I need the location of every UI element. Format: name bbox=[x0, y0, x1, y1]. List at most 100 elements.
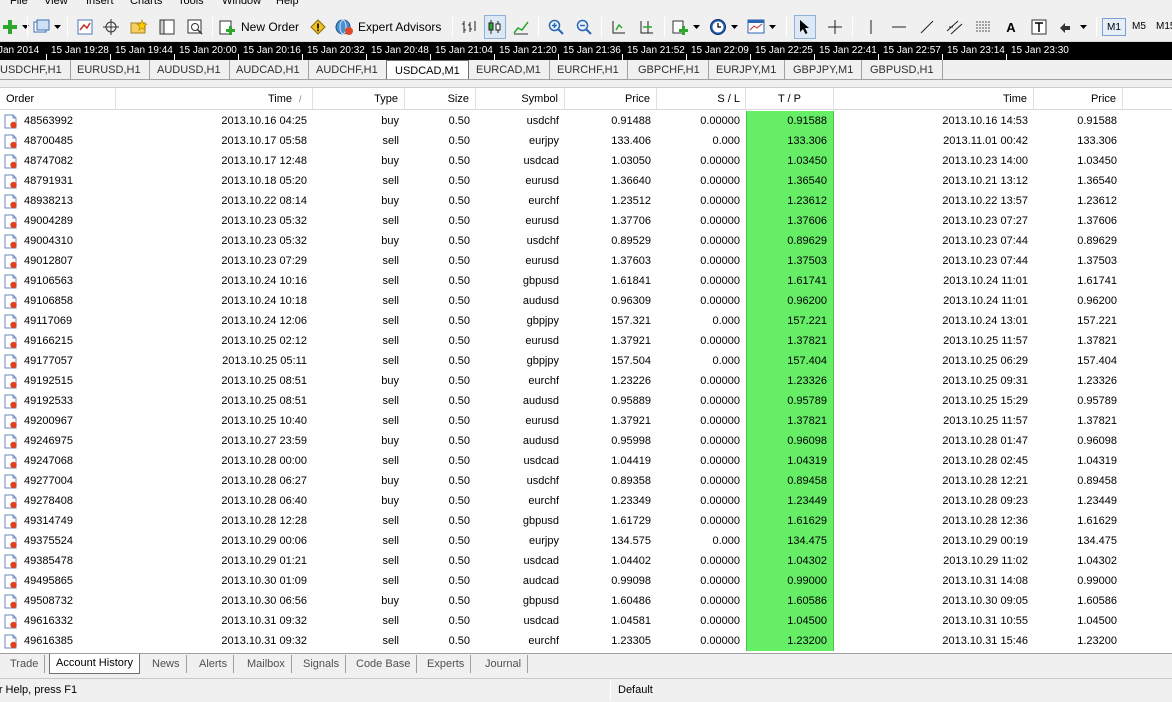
col-price[interactable]: Price bbox=[565, 88, 657, 110]
templates-dropdown[interactable] bbox=[767, 15, 777, 39]
table-row[interactable]: 48563992 2013.10.16 04:25 buy 0.50 usdchf 0.9… bbox=[0, 111, 1172, 131]
expert-advisors-button[interactable]: Expert Advisors bbox=[334, 15, 442, 39]
table-row[interactable]: 49495865 2013.10.30 01:09 sell 0.50 audcad 0.… bbox=[0, 571, 1172, 591]
profiles-button[interactable] bbox=[32, 15, 52, 39]
table-row[interactable]: 49117069 2013.10.24 12:06 sell 0.50 gbpjpy 15… bbox=[0, 311, 1172, 331]
profiles-dropdown[interactable] bbox=[52, 15, 62, 39]
tab-code-base[interactable]: Code Base bbox=[350, 655, 418, 673]
crosshair-tool-button[interactable] bbox=[824, 15, 846, 39]
chart-tab-gbpusd-h1[interactable]: GBPUSD,H1 bbox=[862, 60, 943, 79]
menu-help[interactable]: Help bbox=[276, 0, 299, 8]
table-row[interactable]: 49314749 2013.10.28 12:28 sell 0.50 gbpusd 1.… bbox=[0, 511, 1172, 531]
table-row[interactable]: 49106858 2013.10.24 10:18 sell 0.50 audusd 0.… bbox=[0, 291, 1172, 311]
menu-tools[interactable]: Tools bbox=[178, 0, 204, 8]
strategy-tester-button[interactable] bbox=[184, 15, 206, 39]
chart-tab-gbpchf-h1[interactable]: GBPCHF,H1 bbox=[630, 60, 709, 79]
timeframe-m5-button[interactable]: M5 bbox=[1128, 18, 1150, 36]
tab-account-history[interactable]: Account History bbox=[49, 654, 141, 674]
tab-mailbox[interactable]: Mailbox bbox=[241, 655, 292, 673]
table-row[interactable]: 49375524 2013.10.29 00:06 sell 0.50 eurjpy 13… bbox=[0, 531, 1172, 551]
chart-tab-eurcad-m1[interactable]: EURCAD,M1 bbox=[468, 60, 550, 79]
timeframe-m15-button[interactable]: M15 bbox=[1152, 18, 1172, 36]
new-chart-button[interactable] bbox=[0, 15, 20, 39]
chart-tab-usdchf-h1[interactable]: USDCHF,H1 bbox=[0, 60, 71, 79]
vertical-line-button[interactable] bbox=[860, 15, 882, 39]
table-row[interactable]: 49106563 2013.10.24 10:16 sell 0.50 gbpusd 1.… bbox=[0, 271, 1172, 291]
tab-alerts[interactable]: Alerts bbox=[193, 655, 235, 673]
tab-news[interactable]: News bbox=[146, 655, 187, 673]
menu-window[interactable]: Window bbox=[222, 0, 261, 8]
table-row[interactable]: 49246975 2013.10.27 23:59 buy 0.50 audusd 0.9… bbox=[0, 431, 1172, 451]
col-close-price[interactable]: Price bbox=[1034, 88, 1123, 110]
horizontal-line-button[interactable] bbox=[888, 15, 910, 39]
metaeditor-button[interactable] bbox=[307, 15, 329, 39]
tab-journal[interactable]: Journal bbox=[479, 655, 529, 673]
market-watch-button[interactable] bbox=[74, 15, 96, 39]
periods-dropdown[interactable] bbox=[729, 15, 739, 39]
equidistant-channel-button[interactable] bbox=[944, 15, 966, 39]
chart-tab-eurusd-h1[interactable]: EURUSD,H1 bbox=[69, 60, 150, 79]
table-row[interactable]: 49200967 2013.10.25 10:40 sell 0.50 eurusd 1.… bbox=[0, 411, 1172, 431]
bar-chart-button[interactable] bbox=[458, 15, 480, 39]
table-row[interactable]: 49177057 2013.10.25 05:11 sell 0.50 gbpjpy 15… bbox=[0, 351, 1172, 371]
tab-signals[interactable]: Signals bbox=[297, 655, 347, 673]
arrows-button[interactable] bbox=[1056, 15, 1078, 39]
new-order-button[interactable]: New Order bbox=[219, 15, 303, 39]
table-row[interactable]: 48938213 2013.10.22 08:14 buy 0.50 eurchf 1.2… bbox=[0, 191, 1172, 211]
new-chart-dropdown[interactable] bbox=[20, 15, 30, 39]
col-size[interactable]: Size bbox=[405, 88, 476, 110]
text-tool-button[interactable]: A bbox=[1000, 15, 1022, 39]
chart-tab-gbpjpy-m1[interactable]: GBPJPY,M1 bbox=[785, 60, 863, 79]
table-row[interactable]: 48700485 2013.10.17 05:58 sell 0.50 eurjpy 13… bbox=[0, 131, 1172, 151]
table-row[interactable]: 49508732 2013.10.30 06:56 buy 0.50 gbpusd 1.6… bbox=[0, 591, 1172, 611]
timeframe-m1-button[interactable]: M1 bbox=[1102, 18, 1126, 36]
indicators-dropdown[interactable] bbox=[691, 15, 701, 39]
templates-button[interactable] bbox=[745, 15, 767, 39]
col-sl[interactable]: S / L bbox=[657, 88, 746, 110]
col-open-time[interactable]: Time bbox=[116, 88, 313, 110]
table-row[interactable]: 49166215 2013.10.25 02:12 sell 0.50 eurusd 1.… bbox=[0, 331, 1172, 351]
table-row[interactable]: 49277004 2013.10.28 06:27 buy 0.50 usdchf 0.8… bbox=[0, 471, 1172, 491]
chart-tab-usdcad-m1[interactable]: USDCAD,M1 bbox=[386, 60, 469, 79]
table-row[interactable]: 49012807 2013.10.23 07:29 sell 0.50 eurusd 1.… bbox=[0, 251, 1172, 271]
table-row[interactable]: 49192533 2013.10.25 08:51 sell 0.50 audusd 0.… bbox=[0, 391, 1172, 411]
table-row[interactable]: 49004289 2013.10.23 05:32 sell 0.50 eurusd 1.… bbox=[0, 211, 1172, 231]
col-symbol[interactable]: Symbol bbox=[476, 88, 565, 110]
line-chart-button[interactable] bbox=[510, 15, 532, 39]
table-row[interactable]: 48747082 2013.10.17 12:48 buy 0.50 usdcad 1.0… bbox=[0, 151, 1172, 171]
chart-tab-eurjpy-m1[interactable]: EURJPY,M1 bbox=[708, 60, 786, 79]
table-row[interactable]: 49278408 2013.10.28 06:40 buy 0.50 eurchf 1.2… bbox=[0, 491, 1172, 511]
menu-view[interactable]: View bbox=[44, 0, 68, 8]
table-row[interactable]: 49616332 2013.10.31 09:32 sell 0.50 usdcad 1.… bbox=[0, 611, 1172, 631]
navigator-button[interactable] bbox=[128, 15, 150, 39]
data-window-button[interactable] bbox=[100, 15, 122, 39]
cursor-tool-button[interactable] bbox=[794, 15, 816, 39]
chart-shift-button[interactable] bbox=[636, 15, 658, 39]
menu-file[interactable]: File bbox=[10, 0, 28, 8]
tab-experts[interactable]: Experts bbox=[421, 655, 472, 673]
periods-button[interactable] bbox=[707, 15, 729, 39]
fibonacci-button[interactable] bbox=[972, 15, 994, 39]
terminal-button[interactable] bbox=[156, 15, 178, 39]
candlestick-chart-button[interactable] bbox=[484, 15, 506, 39]
col-order[interactable]: Order bbox=[0, 88, 116, 110]
chart-tab-audchf-h1[interactable]: AUDCHF,H1 bbox=[308, 60, 387, 79]
zoom-in-button[interactable] bbox=[545, 15, 567, 39]
table-row[interactable]: 49192515 2013.10.25 08:51 buy 0.50 eurchf 1.2… bbox=[0, 371, 1172, 391]
chart-tab-audusd-h1[interactable]: AUDUSD,H1 bbox=[149, 60, 230, 79]
table-row[interactable]: 49616385 2013.10.31 09:32 sell 0.50 eurchf 1.… bbox=[0, 631, 1172, 651]
table-row[interactable]: 48791931 2013.10.18 05:20 sell 0.50 eurusd 1.… bbox=[0, 171, 1172, 191]
table-row[interactable]: 49385478 2013.10.29 01:21 sell 0.50 usdcad 1.… bbox=[0, 551, 1172, 571]
zoom-out-button[interactable] bbox=[573, 15, 595, 39]
indicators-button[interactable] bbox=[671, 15, 691, 39]
arrows-dropdown[interactable] bbox=[1078, 15, 1088, 39]
text-label-button[interactable] bbox=[1028, 15, 1050, 39]
trendline-button[interactable] bbox=[916, 15, 938, 39]
col-tp[interactable]: T / P bbox=[746, 88, 834, 110]
col-type[interactable]: Type bbox=[313, 88, 405, 110]
chart-tab-eurchf-h1[interactable]: EURCHF,H1 bbox=[549, 60, 628, 79]
chart-tab-audcad-h1[interactable]: AUDCAD,H1 bbox=[228, 60, 309, 79]
table-row[interactable]: 49004310 2013.10.23 05:32 buy 0.50 usdchf 0.8… bbox=[0, 231, 1172, 251]
col-close-time[interactable]: Time bbox=[834, 88, 1034, 110]
auto-scroll-button[interactable] bbox=[608, 15, 630, 39]
